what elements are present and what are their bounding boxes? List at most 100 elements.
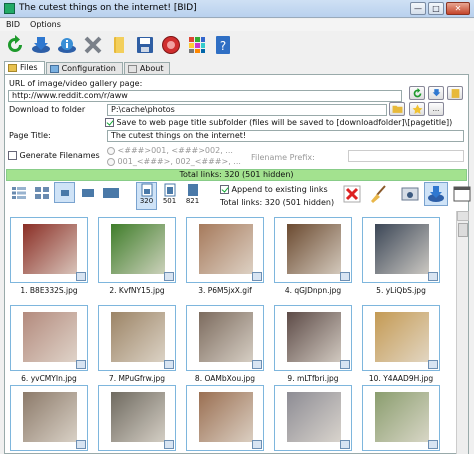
thumbnail-caption: 1. B8E332S.jpg <box>20 286 78 295</box>
menu-bar: BID Options <box>0 19 474 31</box>
view-list-button[interactable] <box>31 182 52 203</box>
thumbnail-item[interactable] <box>362 305 440 371</box>
link-badge-icon <box>428 360 438 369</box>
radio-2[interactable] <box>107 157 115 166</box>
help-button[interactable]: ? <box>211 34 234 57</box>
broom-icon <box>371 185 386 203</box>
download-selected-button[interactable] <box>398 182 422 206</box>
append-links-option[interactable]: Append to existing links <box>220 185 328 194</box>
size-filter-small[interactable]: 320 <box>136 182 157 210</box>
thumbnail-caption: 9. mLTfbri.jpg <box>287 374 339 383</box>
thumbnail-item[interactable] <box>186 385 264 451</box>
thumbnail-image <box>375 224 429 274</box>
url-label: URL of image/video gallery page: <box>9 79 143 88</box>
link-badge-icon <box>76 360 86 369</box>
generate-filenames-label: Generate Filenames <box>19 151 100 160</box>
save-button[interactable] <box>133 34 156 57</box>
tab-strip: Files Configuration About <box>4 61 171 74</box>
thumbnail-item[interactable] <box>274 385 352 451</box>
save-subfolder-option[interactable]: Save to web page title subfolder (files … <box>105 118 452 127</box>
radio-option-1[interactable]: <###>001, <###>002, ... <box>107 146 233 155</box>
minimize-button[interactable]: — <box>410 2 426 15</box>
save-subfolder-label: Save to web page title subfolder (files … <box>116 118 453 127</box>
favorite-folder-button[interactable] <box>409 102 425 116</box>
page-title-input[interactable]: The cutest things on the internet! <box>107 130 464 142</box>
download-button[interactable] <box>29 34 52 57</box>
tab-about[interactable]: About <box>123 62 171 74</box>
thumbnail-item[interactable] <box>274 305 352 371</box>
thumbnail-caption: 8. OAMbXou.jpg <box>194 374 256 383</box>
thumbnail-item[interactable] <box>186 305 264 371</box>
clear-button[interactable] <box>340 182 364 206</box>
more-options-button[interactable]: ... <box>428 102 444 116</box>
thumbnail-item[interactable] <box>186 217 264 283</box>
radio-1[interactable] <box>107 146 115 155</box>
thumbnail-item[interactable] <box>98 305 176 371</box>
thumbnail-image <box>287 392 341 442</box>
files-tab-icon <box>8 64 17 72</box>
download-icon <box>31 37 50 53</box>
view-large-button[interactable] <box>100 182 121 203</box>
grid-icon <box>188 37 205 53</box>
thumbnail-image <box>111 224 165 274</box>
link-badge-icon <box>164 360 174 369</box>
scroll-thumb[interactable] <box>458 223 468 237</box>
refresh-button[interactable] <box>3 34 26 57</box>
tab-configuration[interactable]: Configuration <box>45 62 123 74</box>
thumbnail-item[interactable] <box>98 217 176 283</box>
view-medium-button[interactable] <box>77 182 98 203</box>
filename-prefix-input[interactable] <box>348 150 464 162</box>
cancel-button[interactable] <box>81 34 104 57</box>
menu-bid[interactable]: BID <box>6 19 20 31</box>
append-links-checkbox[interactable] <box>220 185 229 194</box>
view-thumbnails-button[interactable] <box>54 182 75 203</box>
radio-option-2[interactable]: 001_<###>, 002_<###>, ... <box>107 157 241 166</box>
generate-filenames-checkbox[interactable] <box>8 151 17 160</box>
details-view-icon <box>11 186 26 199</box>
save-icon <box>136 37 153 53</box>
sweep-button[interactable] <box>366 182 390 206</box>
thumbnail-item[interactable] <box>10 305 88 371</box>
folder-input[interactable]: P:\cache\photos <box>107 104 387 116</box>
link-badge-icon <box>428 440 438 449</box>
generate-filenames-option[interactable]: Generate Filenames <box>8 151 100 160</box>
thumbnail-item[interactable] <box>98 385 176 451</box>
thumbnails-view-icon <box>60 189 69 196</box>
thumbnail-item[interactable] <box>362 217 440 283</box>
thumbnail-image <box>287 312 341 362</box>
tab-files[interactable]: Files <box>4 61 45 74</box>
append-links-label: Append to existing links <box>231 185 328 194</box>
maximize-button[interactable]: □ <box>428 2 444 15</box>
url-folder-button[interactable] <box>447 86 463 100</box>
fullscreen-button[interactable] <box>450 182 474 206</box>
save-subfolder-checkbox[interactable] <box>105 118 114 127</box>
thumbnail-caption: 5. yLiQbS.jpg <box>376 286 426 295</box>
thumbnail-item[interactable] <box>274 217 352 283</box>
url-download-button[interactable] <box>428 86 444 100</box>
large-image-icon <box>187 184 198 196</box>
url-refresh-button[interactable] <box>409 86 425 100</box>
view-details-button[interactable] <box>8 182 29 203</box>
download-arrow-icon <box>428 186 444 202</box>
url-input[interactable]: http://www.reddit.com/r/aww <box>8 90 402 102</box>
browse-folder-button[interactable] <box>389 102 405 116</box>
size-filter-large[interactable]: 821 <box>182 182 203 210</box>
info-button[interactable] <box>55 34 78 57</box>
grid-button[interactable] <box>185 34 208 57</box>
record-button[interactable] <box>159 34 182 57</box>
scroll-up-button[interactable] <box>457 211 469 221</box>
cancel-icon <box>84 36 101 54</box>
close-button[interactable]: ✕ <box>446 2 470 15</box>
star-icon <box>412 104 422 114</box>
download-all-button[interactable] <box>424 182 448 206</box>
grid-scrollbar[interactable] <box>456 211 469 454</box>
size-filter-medium[interactable]: 501 <box>159 182 180 210</box>
menu-options[interactable]: Options <box>30 19 61 31</box>
thumbnail-item[interactable] <box>362 385 440 451</box>
thumbnail-item[interactable] <box>10 385 88 451</box>
link-badge-icon <box>252 440 262 449</box>
thumbnail-item[interactable] <box>10 217 88 283</box>
open-folder-button[interactable] <box>107 34 130 57</box>
thumbnail-image <box>23 312 77 362</box>
thumbnail-image <box>199 312 253 362</box>
